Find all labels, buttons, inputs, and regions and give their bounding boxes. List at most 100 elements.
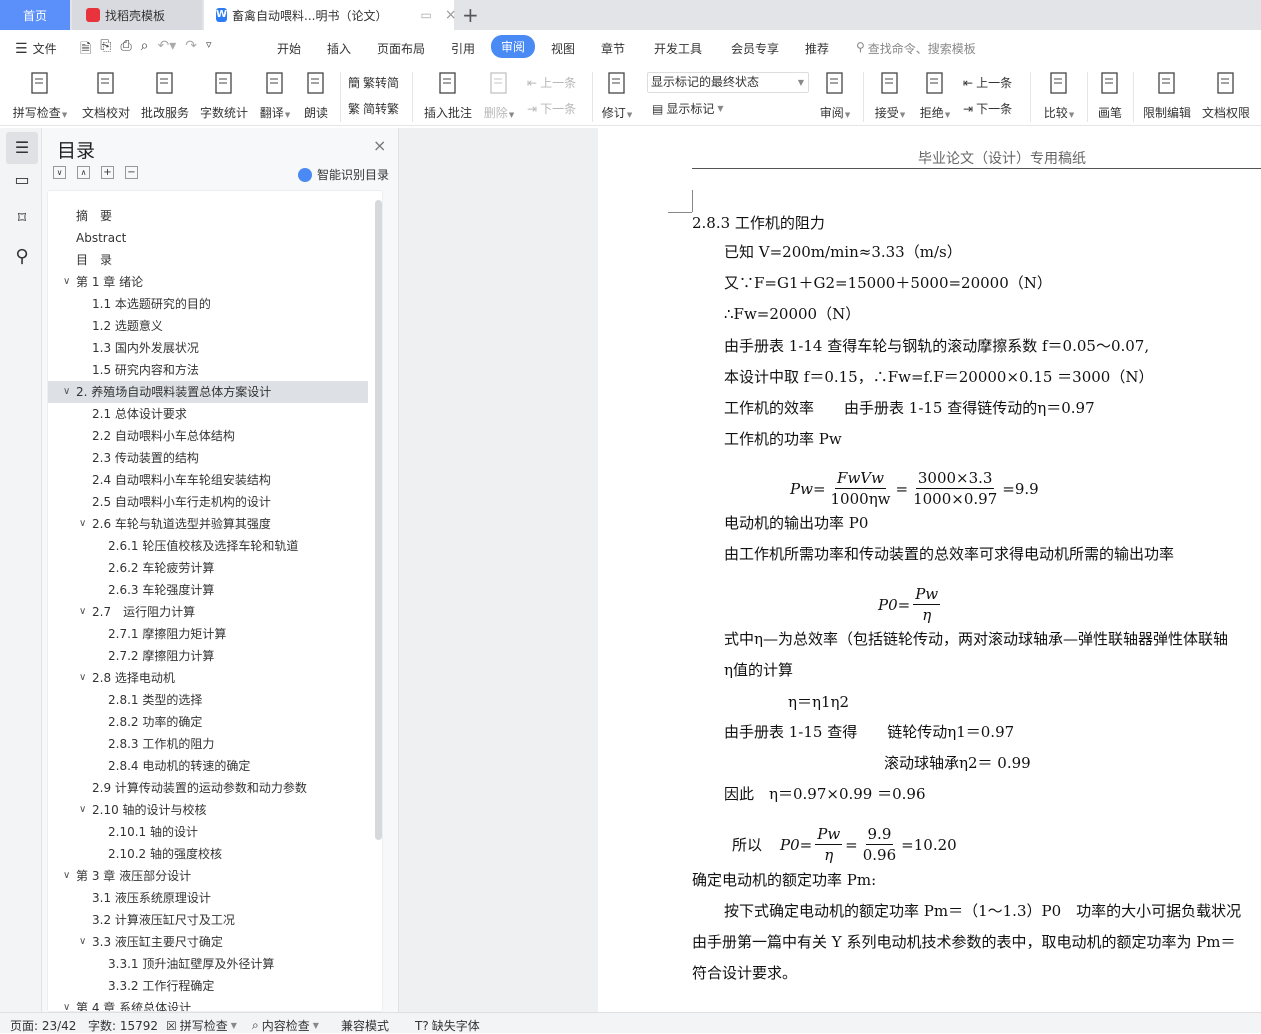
bookmark-icon[interactable]: ⌑ xyxy=(6,208,38,227)
export-pdf-icon[interactable]: ⎘ xyxy=(100,38,111,62)
expand-icon[interactable]: + xyxy=(101,166,114,179)
simp-to-trad-button[interactable]: 繁简转繁 xyxy=(348,100,399,117)
spellcheck-button[interactable]: 拼写检查▼ xyxy=(10,70,70,121)
toc-item[interactable]: 2.8.3 工作机的阻力 xyxy=(48,733,368,755)
content-check-status[interactable]: ⌕ 内容检查 ▼ xyxy=(252,1017,319,1034)
trad-to-simp-button[interactable]: 簡繁转简 xyxy=(348,74,399,91)
chevron-down-icon[interactable]: ∨ xyxy=(63,865,70,887)
toc-item[interactable]: 1.2 选题意义 xyxy=(48,315,368,337)
menu-tab-4[interactable]: 审阅 xyxy=(490,35,536,58)
command-search[interactable]: ⚲ 查找命令、搜索模板 xyxy=(856,40,976,57)
chevron-down-icon[interactable]: ∨ xyxy=(79,799,86,821)
toc-item[interactable]: 2.2 自动喂料小车总体结构 xyxy=(48,425,368,447)
toc-item[interactable]: 2.7.2 摩擦阻力计算 xyxy=(48,645,368,667)
proofread-button[interactable]: 文档校对 xyxy=(76,70,136,121)
chevron-down-icon[interactable]: ∨ xyxy=(79,667,86,689)
markup-state-select[interactable]: 显示标记的最终状态 ▼ xyxy=(647,72,809,93)
toc-item[interactable]: 2.10.1 轴的设计 xyxy=(48,821,368,843)
toc-item[interactable]: 2.6.2 车轮疲劳计算 xyxy=(48,557,368,579)
chevron-down-icon[interactable]: ∨ xyxy=(63,997,70,1011)
toc-scrollbar[interactable] xyxy=(375,200,382,840)
close-tab-icon[interactable]: × xyxy=(445,7,457,23)
print-preview-icon[interactable]: ⌕ xyxy=(141,38,149,62)
toc-item[interactable]: 2.9 计算传动装置的运动参数和动力参数 xyxy=(48,777,368,799)
prev-change-button[interactable]: ⇤ 上一条 xyxy=(963,74,1012,91)
menu-tab-9[interactable]: 推荐 xyxy=(805,40,829,57)
toc-item[interactable]: ∨ 2.8 选择电动机 xyxy=(48,667,368,689)
tab-document[interactable]: W 畜禽自动喂料...明书（论文） ▭ × xyxy=(204,0,457,30)
pen-button[interactable]: 画笔 xyxy=(1080,70,1140,121)
tab-home[interactable]: 首页 xyxy=(0,0,70,30)
correction-service-button[interactable]: 批改服务 xyxy=(135,70,195,121)
file-menu[interactable]: ☰ 文件 xyxy=(15,40,57,57)
toc-item[interactable]: 2.8.1 类型的选择 xyxy=(48,689,368,711)
toc-item[interactable]: ∨ 2.10 轴的设计与校核 xyxy=(48,799,368,821)
collapse-up-icon[interactable]: ∧ xyxy=(77,166,90,179)
toc-item[interactable]: ∨ 第 4 章 系统总体设计 xyxy=(48,997,368,1011)
undo-icon[interactable]: ↶▾ xyxy=(158,38,177,62)
prev-comment-button[interactable]: ⇤ 上一条 xyxy=(527,74,576,91)
toc-item[interactable]: 2.4 自动喂料小车车轮组安装结构 xyxy=(48,469,368,491)
toc-item[interactable]: 1.1 本选题研究的目的 xyxy=(48,293,368,315)
toc-item[interactable]: ∨ 2.6 车轮与轨道选型并验算其强度 xyxy=(48,513,368,535)
toc-item[interactable]: 3.2 计算液压缸尺寸及工况 xyxy=(48,909,368,931)
menu-tab-1[interactable]: 插入 xyxy=(327,40,351,57)
document-page[interactable]: 毕业论文（设计）专用稿纸 2.8.3 工作机的阻力 已知 V=200m/min≈… xyxy=(598,128,1261,1012)
toc-item[interactable]: 2.6.1 轮压值校核及选择车轮和轨道 xyxy=(48,535,368,557)
menu-tab-5[interactable]: 视图 xyxy=(551,40,575,57)
toc-item[interactable]: ∨ 第 1 章 绪论 xyxy=(48,271,368,293)
toc-item[interactable]: 2.3 传动装置的结构 xyxy=(48,447,368,469)
toc-icon[interactable]: ☰ xyxy=(6,132,38,164)
doc-permission-button[interactable]: 文档权限 xyxy=(1196,70,1256,121)
spell-check-status[interactable]: ☒ 拼写检查 ▼ xyxy=(166,1017,237,1034)
menu-tab-3[interactable]: 引用 xyxy=(451,40,475,57)
menu-tab-8[interactable]: 会员专享 xyxy=(731,40,779,57)
toc-item[interactable]: 2.10.2 轴的强度校核 xyxy=(48,843,368,865)
toc-item[interactable]: 1.5 研究内容和方法 xyxy=(48,359,368,381)
review-pane-button[interactable]: 审阅▼ xyxy=(805,70,865,121)
chevron-down-icon[interactable]: ∨ xyxy=(79,601,86,623)
redo-icon[interactable]: ↷ xyxy=(185,38,197,62)
track-changes-button[interactable]: 修订▼ xyxy=(587,70,647,121)
toc-item[interactable]: ∨ 3.3 液压缸主要尺寸确定 xyxy=(48,931,368,953)
toc-item[interactable]: 2.5 自动喂料小车行走机构的设计 xyxy=(48,491,368,513)
restrict-edit-button[interactable]: 限制编辑 xyxy=(1137,70,1197,121)
toc-item[interactable]: 2.1 总体设计要求 xyxy=(48,403,368,425)
new-tab-button[interactable]: + xyxy=(462,0,482,30)
menu-tab-7[interactable]: 开发工具 xyxy=(654,40,702,57)
toc-item[interactable]: 3.3.1 顶升油缸壁厚及外径计算 xyxy=(48,953,368,975)
close-icon[interactable]: × xyxy=(373,136,386,155)
customize-toolbar-icon[interactable]: ▿ xyxy=(206,38,212,62)
toc-item[interactable]: ∨ 2.7 运行阻力计算 xyxy=(48,601,368,623)
toc-item[interactable]: ∨ 2. 养殖场自动喂料装置总体方案设计 xyxy=(48,381,368,403)
collapse-icon[interactable]: − xyxy=(125,166,138,179)
show-markup-button[interactable]: ▤ 显示标记 ▼ xyxy=(652,100,724,117)
next-comment-button[interactable]: ⇥ 下一条 xyxy=(527,100,576,117)
toc-item[interactable]: Abstract xyxy=(48,227,368,249)
toc-item[interactable]: 2.7.1 摩擦阻力矩计算 xyxy=(48,623,368,645)
chevron-down-icon[interactable]: ∨ xyxy=(63,381,70,403)
toc-item[interactable]: 摘 要 xyxy=(48,205,368,227)
toc-item[interactable]: 2.8.2 功率的确定 xyxy=(48,711,368,733)
collapse-down-icon[interactable]: ∨ xyxy=(53,166,66,179)
toc-item[interactable]: 2.8.4 电动机的转速的确定 xyxy=(48,755,368,777)
menu-tab-2[interactable]: 页面布局 xyxy=(377,40,425,57)
print-icon[interactable]: ⎙ xyxy=(120,38,131,62)
word-count[interactable]: 字数: 15792 xyxy=(88,1017,158,1034)
chevron-down-icon[interactable]: ∨ xyxy=(63,271,70,293)
tab-template[interactable]: 找稻壳模板 xyxy=(72,0,202,30)
next-change-button[interactable]: ⇥ 下一条 xyxy=(963,100,1012,117)
delete-comment-button[interactable]: 删除▼ xyxy=(469,70,529,121)
menu-tab-6[interactable]: 章节 xyxy=(601,40,625,57)
menu-tab-0[interactable]: 开始 xyxy=(277,40,301,57)
chevron-down-icon[interactable]: ∨ xyxy=(79,513,86,535)
save-icon[interactable]: 🗎 xyxy=(80,38,91,62)
pin-window-icon[interactable]: ▭ xyxy=(420,8,431,22)
toc-item[interactable]: 3.3.2 工作行程确定 xyxy=(48,975,368,997)
page-count[interactable]: 页面: 23/42 xyxy=(10,1017,76,1034)
missing-fonts-button[interactable]: T? 缺失字体 xyxy=(415,1017,480,1034)
read-aloud-button[interactable]: 朗读 xyxy=(286,70,346,121)
toc-item[interactable]: 目 录 xyxy=(48,249,368,271)
toc-item[interactable]: ∨ 第 3 章 液压部分设计 xyxy=(48,865,368,887)
toc-item[interactable]: 2.6.3 车轮强度计算 xyxy=(48,579,368,601)
